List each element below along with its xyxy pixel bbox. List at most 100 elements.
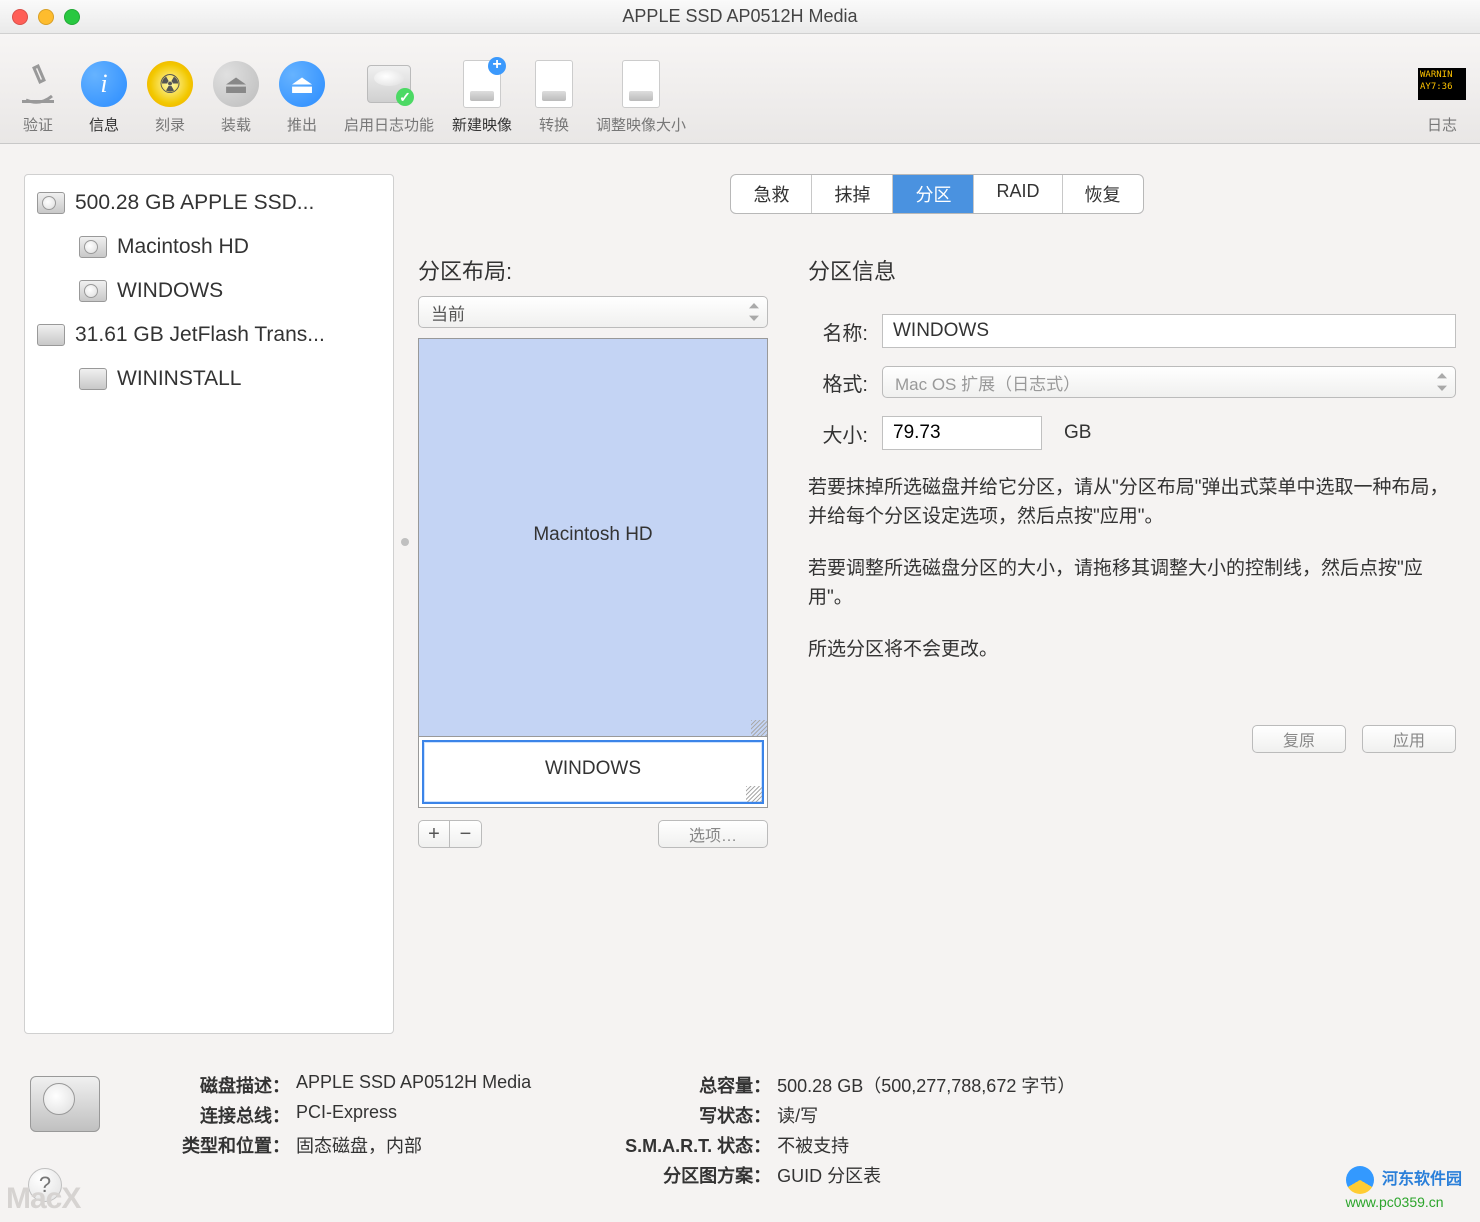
- journal-icon: [367, 65, 411, 103]
- tabs: 急救 抹掉 分区 RAID 恢复: [730, 174, 1143, 214]
- toolbar-resize-image[interactable]: 调整映像大小: [596, 60, 686, 135]
- sidebar-label: 31.61 GB JetFlash Trans...: [75, 323, 325, 347]
- partition-macintosh-hd[interactable]: Macintosh HD: [419, 339, 767, 737]
- detail-key: 写状态：: [581, 1102, 771, 1128]
- sidebar-vol-wininstall[interactable]: WININSTALL: [25, 357, 393, 401]
- detail-key: S.M.A.R.T. 状态：: [581, 1132, 771, 1158]
- detail-value: 读/写: [777, 1102, 818, 1128]
- detail-key: 连接总线：: [150, 1102, 290, 1128]
- sidebar: 500.28 GB APPLE SSD... Macintosh HD WIND…: [24, 174, 394, 1034]
- remove-partition-button[interactable]: −: [450, 820, 482, 848]
- toolbar-info[interactable]: i 信息: [80, 60, 128, 135]
- format-popup[interactable]: Mac OS 扩展（日志式）: [882, 366, 1456, 398]
- button-label: 选项…: [689, 822, 737, 846]
- add-handle-icon[interactable]: [401, 538, 409, 546]
- disk-icon: [79, 368, 107, 390]
- toolbar-convert[interactable]: 转换: [530, 60, 578, 135]
- window-title: APPLE SSD AP0512H Media: [0, 6, 1480, 27]
- toolbar-label: 信息: [89, 114, 119, 135]
- sidebar-disk-jetflash[interactable]: 31.61 GB JetFlash Trans...: [25, 313, 393, 357]
- right-panel: 急救 抹掉 分区 RAID 恢复 分区布局: 当前 Macintosh HD: [418, 174, 1456, 1034]
- site-url: www.pc0359.cn: [1346, 1194, 1462, 1210]
- format-label: 格式:: [808, 368, 868, 397]
- toolbar-enable-journal[interactable]: 启用日志功能: [344, 60, 434, 135]
- tab-firstaid[interactable]: 急救: [731, 175, 812, 213]
- sidebar-disk-apple-ssd[interactable]: 500.28 GB APPLE SSD...: [25, 181, 393, 225]
- partition-label: Macintosh HD: [533, 524, 652, 546]
- size-unit: GB: [1064, 422, 1091, 444]
- tab-restore[interactable]: 恢复: [1063, 175, 1143, 213]
- log-icon: WARNIN AY7:36: [1418, 68, 1466, 100]
- detail-value: PCI-Express: [296, 1102, 397, 1128]
- size-field[interactable]: [882, 416, 1042, 450]
- disk-icon: [79, 236, 107, 258]
- name-field[interactable]: [882, 314, 1456, 348]
- sidebar-label: Macintosh HD: [117, 235, 249, 259]
- detail-value: APPLE SSD AP0512H Media: [296, 1072, 531, 1098]
- toolbar-label: 验证: [23, 114, 53, 135]
- apply-button[interactable]: 应用: [1362, 725, 1456, 753]
- toolbar-label: 推出: [287, 114, 317, 135]
- help-text-3: 所选分区将不会更改。: [808, 636, 1456, 665]
- toolbar-verify[interactable]: 验证: [14, 60, 62, 135]
- resize-handle-icon[interactable]: [751, 720, 767, 736]
- resize-handle-icon[interactable]: [746, 786, 762, 802]
- name-label: 名称:: [808, 317, 868, 346]
- sidebar-label: WININSTALL: [117, 367, 241, 391]
- toolbar-label: 调整映像大小: [596, 114, 686, 135]
- partition-map: Macintosh HD WINDOWS: [418, 338, 768, 808]
- partition-windows[interactable]: WINDOWS: [422, 740, 764, 804]
- convert-icon: [535, 60, 573, 108]
- microscope-icon: [16, 62, 60, 106]
- window: APPLE SSD AP0512H Media 验证 i 信息 ☢ 刻录 ⏏ 装…: [0, 0, 1480, 1222]
- sidebar-label: 500.28 GB APPLE SSD...: [75, 191, 314, 215]
- toolbar-label: 转换: [539, 114, 569, 135]
- disk-icon: [37, 192, 65, 214]
- tab-erase[interactable]: 抹掉: [812, 175, 893, 213]
- disk-icon: [79, 280, 107, 302]
- revert-button[interactable]: 复原: [1252, 725, 1346, 753]
- sidebar-vol-windows[interactable]: WINDOWS: [25, 269, 393, 313]
- mount-icon: ⏏: [213, 61, 259, 107]
- detail-value: 500.28 GB（500,277,788,672 字节）: [777, 1072, 1075, 1098]
- detail-key: 总容量：: [581, 1072, 771, 1098]
- details-left: 磁盘描述：APPLE SSD AP0512H Media 连接总线：PCI-Ex…: [150, 1072, 531, 1192]
- toolbar-label: 刻录: [155, 114, 185, 135]
- toolbar: 验证 i 信息 ☢ 刻录 ⏏ 装载 ⏏ 推出 启用日志功能 新建映像 转换: [0, 34, 1480, 144]
- disk-large-icon: [30, 1076, 100, 1132]
- toolbar-eject[interactable]: ⏏ 推出: [278, 60, 326, 135]
- tab-raid[interactable]: RAID: [974, 175, 1062, 213]
- tab-partition[interactable]: 分区: [893, 175, 974, 213]
- detail-key: 分区图方案：: [581, 1162, 771, 1188]
- details-right: 总容量：500.28 GB（500,277,788,672 字节） 写状态：读/…: [581, 1072, 1075, 1192]
- toolbar-burn[interactable]: ☢ 刻录: [146, 60, 194, 135]
- disk-icon: [37, 324, 65, 346]
- sidebar-vol-macintosh-hd[interactable]: Macintosh HD: [25, 225, 393, 269]
- partition-layout-column: 分区布局: 当前 Macintosh HD WINDOWS: [418, 254, 768, 848]
- info-label: 分区信息: [808, 254, 1456, 286]
- burn-icon: ☢: [147, 61, 193, 107]
- toolbar-label: 装载: [221, 114, 251, 135]
- toolbar-mount[interactable]: ⏏ 装载: [212, 60, 260, 135]
- footer: 磁盘描述：APPLE SSD AP0512H Media 连接总线：PCI-Ex…: [0, 1052, 1480, 1222]
- toolbar-log[interactable]: WARNIN AY7:36 日志: [1418, 60, 1466, 135]
- layout-popup-value: 当前: [431, 300, 465, 325]
- toolbar-new-image[interactable]: 新建映像: [452, 60, 512, 135]
- detail-value: 不被支持: [777, 1132, 849, 1158]
- add-partition-button[interactable]: +: [418, 820, 450, 848]
- button-label: 复原: [1283, 727, 1315, 751]
- main-area: 500.28 GB APPLE SSD... Macintosh HD WIND…: [0, 144, 1480, 1052]
- options-button[interactable]: 选项…: [658, 820, 768, 848]
- site-logo-icon: [1346, 1166, 1374, 1194]
- toolbar-label: 启用日志功能: [344, 114, 434, 135]
- new-image-icon: [463, 60, 501, 108]
- sidebar-label: WINDOWS: [117, 279, 223, 303]
- layout-popup[interactable]: 当前: [418, 296, 768, 328]
- detail-key: 磁盘描述：: [150, 1072, 290, 1098]
- format-value: Mac OS 扩展（日志式）: [895, 370, 1080, 395]
- info-icon: i: [81, 61, 127, 107]
- detail-value: 固态磁盘，内部: [296, 1132, 422, 1158]
- button-label: 应用: [1393, 727, 1425, 751]
- layout-label: 分区布局:: [418, 254, 768, 286]
- detail-key: 类型和位置：: [150, 1132, 290, 1158]
